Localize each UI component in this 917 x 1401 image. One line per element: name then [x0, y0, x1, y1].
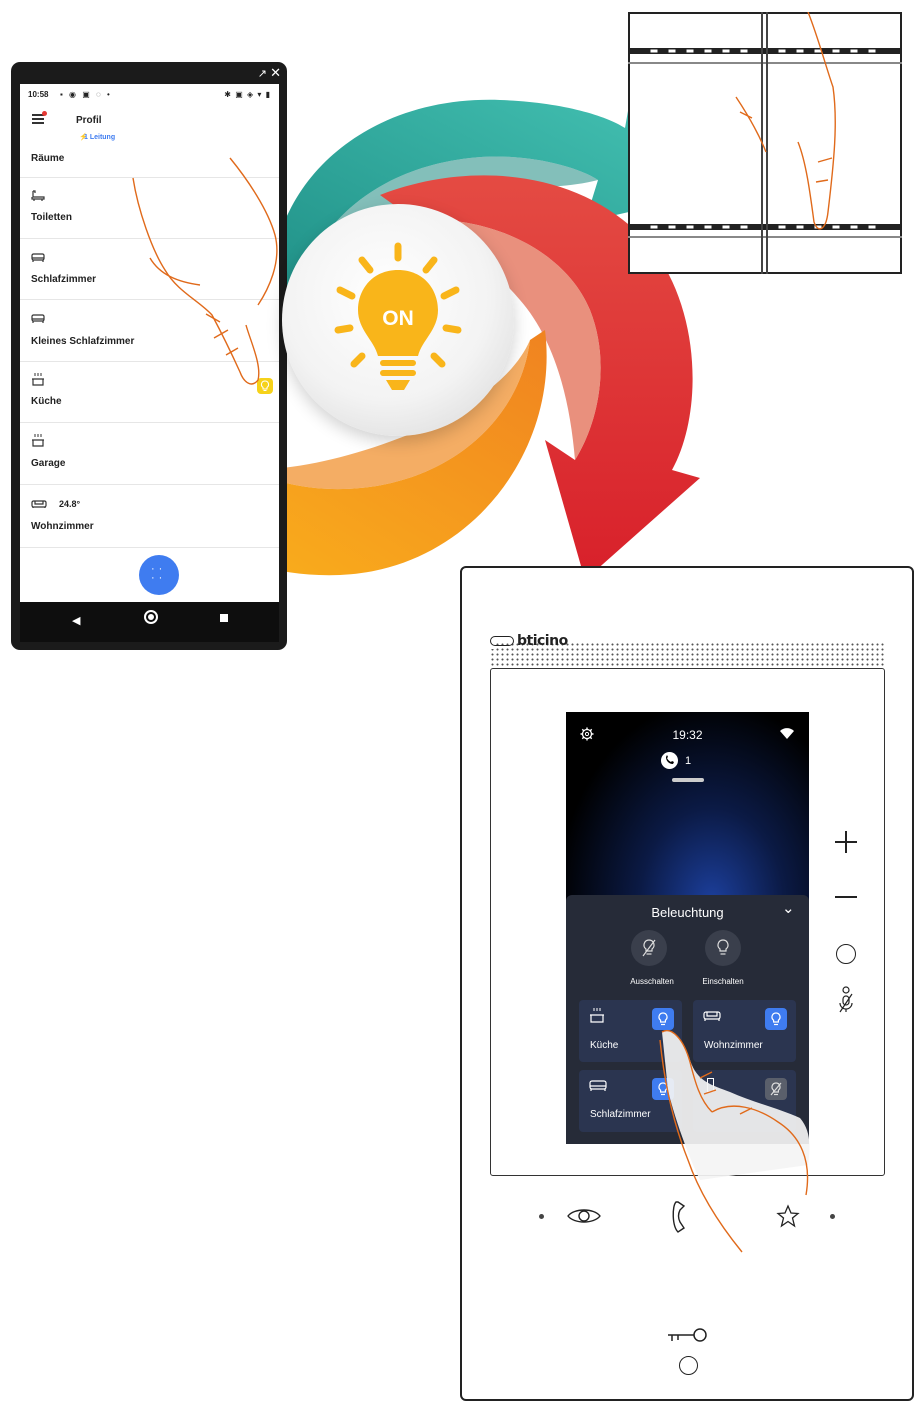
app-screen: 10:58 ▪ ◉ ▣ ◌ • ✱ ▣ ◈ ▾ ▮ Profil ⚡ 1 Lei…: [20, 84, 279, 602]
section-title: Räume: [31, 153, 65, 164]
room-label: Toiletten: [31, 212, 72, 223]
room-tile-kueche[interactable]: Küche: [579, 1000, 682, 1062]
volume-down-button[interactable]: [835, 896, 857, 898]
room-item-kleines-schlafzimmer[interactable]: Kleines Schlafzimmer: [20, 300, 279, 362]
android-nav-bar: ◀: [20, 602, 279, 642]
intercom-screen: 19:32 1 Beleuchtung ⌄ Ausschalten Einsch…: [566, 712, 809, 1144]
call-count: 1: [685, 755, 692, 767]
lightbulb-icon: [658, 1082, 668, 1096]
home-icon[interactable]: [144, 610, 158, 624]
lighting-panel: Beleuchtung ⌄ Ausschalten Einschalten Kü…: [566, 895, 809, 1144]
recents-icon[interactable]: [220, 614, 228, 622]
wifi-icon: [780, 728, 794, 739]
back-icon[interactable]: ◀: [72, 614, 80, 627]
light-toggle-button[interactable]: [765, 1008, 787, 1030]
volume-up-button[interactable]: [835, 831, 857, 853]
external-link-icon[interactable]: ↗: [258, 67, 267, 80]
lightbulb-icon: [771, 1012, 781, 1026]
light-off-icon: [631, 930, 667, 966]
room-label: Kleines Schlafzimmer: [31, 336, 135, 347]
on-label: ON: [382, 307, 414, 330]
phone-handset-icon[interactable]: [670, 1200, 692, 1234]
all-off-label: Ausschalten: [630, 977, 674, 986]
tile-label: Wohnzimmer: [704, 1040, 763, 1051]
light-toggle-button[interactable]: [765, 1078, 787, 1100]
home-circle-button[interactable]: [836, 944, 856, 964]
clock: 19:32: [672, 728, 703, 742]
missed-call-icon[interactable]: [661, 752, 678, 769]
cooking-pot-icon: [590, 1008, 604, 1023]
drag-handle[interactable]: [672, 778, 704, 782]
sofa-icon: [703, 1011, 721, 1021]
all-on-label: Einschalten: [702, 977, 744, 986]
system-status-icons: ✱ ▣ ◈ ▾ ▮: [224, 90, 271, 99]
bed-icon: [31, 314, 45, 323]
light-on-badge-center: ON: [282, 204, 514, 436]
eye-icon[interactable]: [566, 1206, 602, 1226]
light-on-badge[interactable]: [257, 378, 273, 394]
room-item-toiletten[interactable]: Toiletten: [20, 178, 279, 239]
notification-icons: ▪ ◉ ▣ ◌ •: [60, 90, 112, 99]
logo-pill: [490, 636, 514, 646]
cooking-pot-icon: [32, 373, 44, 386]
brand-name: bticino: [517, 633, 568, 649]
door-icon: [707, 1078, 714, 1092]
bathtub-icon: [31, 190, 45, 201]
tile-label: Küche: [590, 1040, 619, 1051]
room-item-schlafzimmer[interactable]: Schlafzimmer: [20, 239, 279, 300]
mute-microphone-icon[interactable]: [836, 985, 856, 1013]
favorite-star-icon[interactable]: [776, 1204, 800, 1228]
room-tile-schlafzimmer[interactable]: Schlafzimmer: [579, 1070, 682, 1132]
lightbulb-icon: [658, 1012, 668, 1026]
room-label: Schlafzimmer: [31, 274, 97, 285]
room-item-garage[interactable]: Garage: [20, 423, 279, 485]
add-fab-button[interactable]: ·· ··: [139, 555, 179, 595]
status-time: 10:58: [28, 90, 49, 99]
sofa-icon: [31, 500, 47, 508]
indicator-dot-right: [830, 1214, 835, 1219]
room-temperature: 24.8°: [59, 499, 81, 509]
din-rail-panel: [628, 12, 902, 274]
grid-dots-icon: ·· ··: [151, 563, 167, 584]
chevron-down-icon[interactable]: ⌄: [782, 899, 795, 917]
line-badge: 1 Leitung: [84, 134, 116, 141]
room-tile-door[interactable]: [693, 1070, 796, 1132]
light-on-icon: [705, 930, 741, 966]
tile-label: Schlafzimmer: [590, 1109, 651, 1120]
cooking-pot-icon: [32, 434, 44, 447]
room-label: Küche: [31, 396, 62, 407]
room-label: Wohnzimmer: [31, 521, 94, 532]
phone-top-bar: ↗ ✕: [11, 62, 287, 84]
smartphone: ↗ ✕ 10:58 ▪ ◉ ▣ ◌ • ✱ ▣ ◈ ▾ ▮ Profil ⚡ 1…: [11, 62, 287, 650]
room-item-wohnzimmer[interactable]: 24.8° Wohnzimmer: [20, 485, 279, 548]
door-open-button[interactable]: [679, 1356, 698, 1375]
light-off-icon: [770, 1082, 782, 1096]
bed-icon: [589, 1080, 607, 1091]
lightbulb-icon: [260, 380, 270, 391]
room-label: Garage: [31, 458, 66, 469]
menu-icon[interactable]: [32, 111, 47, 124]
brand-logo: bticino: [490, 633, 568, 649]
door-key-icon[interactable]: [666, 1326, 712, 1346]
bed-icon: [31, 253, 45, 262]
room-tile-wohnzimmer[interactable]: Wohnzimmer: [693, 1000, 796, 1062]
panel-title: Beleuchtung: [651, 905, 724, 920]
profile-title[interactable]: Profil: [76, 115, 102, 126]
light-toggle-button[interactable]: [652, 1008, 674, 1030]
all-off-button[interactable]: [630, 930, 674, 968]
light-toggle-button[interactable]: [652, 1078, 674, 1100]
indicator-dot-left: [539, 1214, 544, 1219]
room-item-kueche[interactable]: Küche: [20, 362, 279, 423]
all-on-button[interactable]: [704, 930, 748, 968]
close-icon[interactable]: ✕: [270, 65, 281, 81]
